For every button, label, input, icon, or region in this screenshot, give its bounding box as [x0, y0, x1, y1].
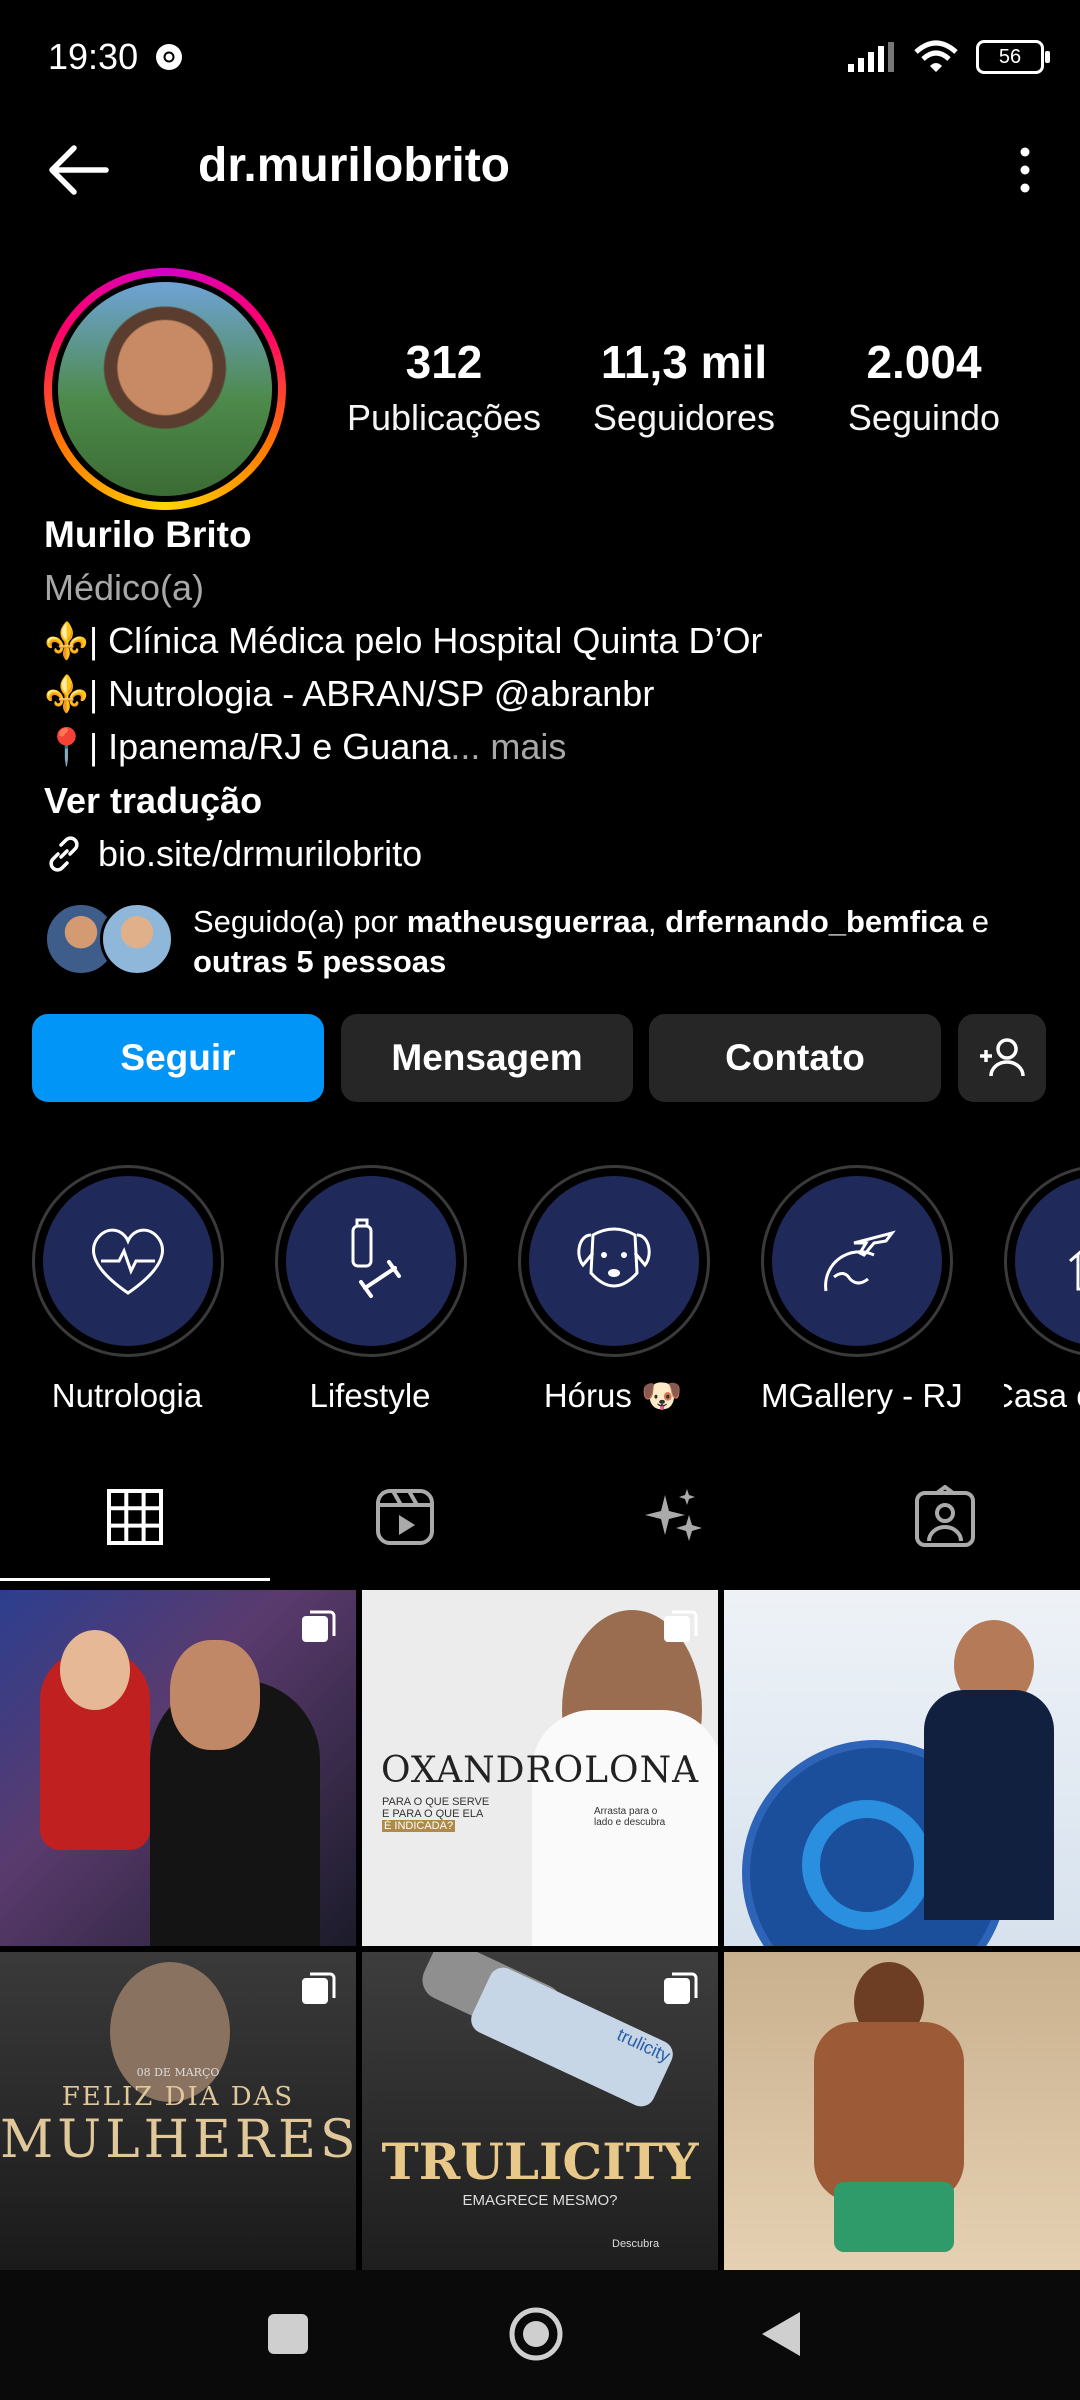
see-translation-link[interactable]: Ver tradução [44, 774, 262, 827]
house-icon [1069, 1250, 1080, 1291]
status-time: 19:30 [48, 36, 184, 78]
link-icon [49, 835, 79, 872]
home-button[interactable] [508, 2306, 564, 2362]
suggested-users-button[interactable] [958, 1014, 1046, 1102]
highlight-label: Hórus 🐶 [543, 1377, 683, 1414]
contact-button[interactable]: Contato [649, 1014, 941, 1102]
bio-more-link[interactable]: ... mais [450, 726, 566, 767]
post-caption-sub: EMAGRECE MESMO? [462, 2192, 618, 2209]
back-arrow-icon[interactable] [44, 140, 114, 200]
highlight-mgallery[interactable]: MGallery - RJ [761, 1165, 963, 1415]
status-icons: 56 [846, 40, 1050, 74]
highlight-label: Casa c [1004, 1377, 1080, 1414]
sparkles-tab-icon[interactable] [643, 1485, 707, 1549]
stat-posts-value: 312 [405, 336, 483, 388]
bio-line-2: ⚜️| Nutrologia - ABRAN/SP @abranbr [44, 673, 655, 714]
mutual-followers-avatars[interactable] [44, 902, 174, 976]
followed-by-text[interactable]: Seguido(a) por matheusguerraa, drfernand… [193, 902, 1033, 982]
highlight-lifestyle[interactable]: Lifestyle [275, 1165, 467, 1415]
chrome-icon [156, 44, 183, 70]
stat-followers[interactable]: 11,3 mil Seguidores [576, 335, 792, 439]
post-caption-date: 08 DE MARÇO [136, 2066, 220, 2079]
highlight-label: Lifestyle [309, 1377, 431, 1414]
post-thumbnail[interactable]: trulicity TRULICITY EMAGRECE MESMO? Desc… [362, 1952, 718, 2270]
add-person-icon [980, 1038, 1025, 1077]
travel-icon [824, 1230, 896, 1292]
stat-followers-value: 11,3 mil [600, 336, 768, 388]
multiple-images-icon [664, 1610, 698, 1642]
profile-avatar[interactable] [44, 268, 286, 510]
stat-posts-label: Publicações [346, 397, 542, 438]
bio-link[interactable]: bio.site/drmurilobrito [44, 827, 422, 880]
multiple-images-icon [302, 1610, 336, 1642]
post-caption-title: TRULICITY [381, 2132, 699, 2191]
stat-posts[interactable]: 312 Publicações [336, 335, 552, 439]
highlight-casa[interactable]: Casa c [1004, 1165, 1080, 1415]
highlight-label: Nutrologia [51, 1377, 203, 1414]
post-swipe-hint: Descubra [612, 2238, 660, 2250]
post-thumbnail[interactable]: OXANDROLONA PARA O QUE SERVE E PARA O QUE… [362, 1590, 718, 1946]
post-caption-title-2: MULHERES [0, 2110, 356, 2170]
profile-name: Murilo Brito [44, 514, 252, 555]
more-options-icon[interactable] [1010, 144, 1040, 196]
stat-following[interactable]: 2.004 Seguindo [816, 335, 1032, 439]
highlight-horus[interactable]: Hórus 🐶 [518, 1165, 710, 1416]
profile-category: Médico(a) [44, 567, 205, 608]
stat-following-value: 2.004 [866, 336, 982, 388]
stat-followers-label: Seguidores [592, 397, 776, 438]
highlight-nutrologia[interactable]: Nutrologia [32, 1165, 224, 1415]
post-thumbnail[interactable] [724, 1952, 1080, 2270]
follow-button[interactable]: Seguir [32, 1014, 324, 1102]
profile-username: dr.murilobrito [198, 139, 510, 192]
back-button[interactable] [760, 2310, 802, 2358]
bio-link-text: bio.site/drmurilobrito [98, 833, 423, 874]
post-swipe-hint: Arrasta para o lado e descubra [594, 1806, 666, 1828]
avatar [100, 902, 174, 976]
bio-line-3: 📍| Ipanema/RJ e Guana... mais [44, 726, 567, 767]
active-tab-indicator [0, 1578, 270, 1581]
post-caption-title: OXANDROLONA [380, 1750, 700, 1791]
post-caption-title: FELIZ DIA DAS [61, 2082, 295, 2112]
tagged-tab-icon[interactable] [913, 1485, 977, 1549]
message-button[interactable]: Mensagem [341, 1014, 633, 1102]
fitness-icon [351, 1218, 401, 1298]
stat-following-label: Seguindo [847, 397, 1001, 438]
multiple-images-icon [302, 1972, 336, 2004]
dog-icon [577, 1227, 651, 1288]
post-thumbnail[interactable] [0, 1590, 356, 1946]
signal-icon [848, 42, 894, 72]
multiple-images-icon [664, 1972, 698, 2004]
bio-line-1: ⚜️| Clínica Médica pelo Hospital Quinta … [44, 620, 763, 661]
reels-tab-icon[interactable] [373, 1485, 437, 1549]
grid-tab-icon[interactable] [103, 1485, 167, 1549]
heart-pulse-icon [92, 1228, 164, 1295]
battery-indicator: 56 [976, 40, 1050, 74]
post-thumbnail[interactable]: 08 DE MARÇO FELIZ DIA DAS MULHERES [0, 1952, 356, 2270]
highlight-label: MGallery - RJ [761, 1377, 963, 1414]
recent-apps-button[interactable] [268, 2314, 308, 2354]
wifi-icon [914, 40, 958, 72]
post-thumbnail[interactable] [724, 1590, 1080, 1946]
